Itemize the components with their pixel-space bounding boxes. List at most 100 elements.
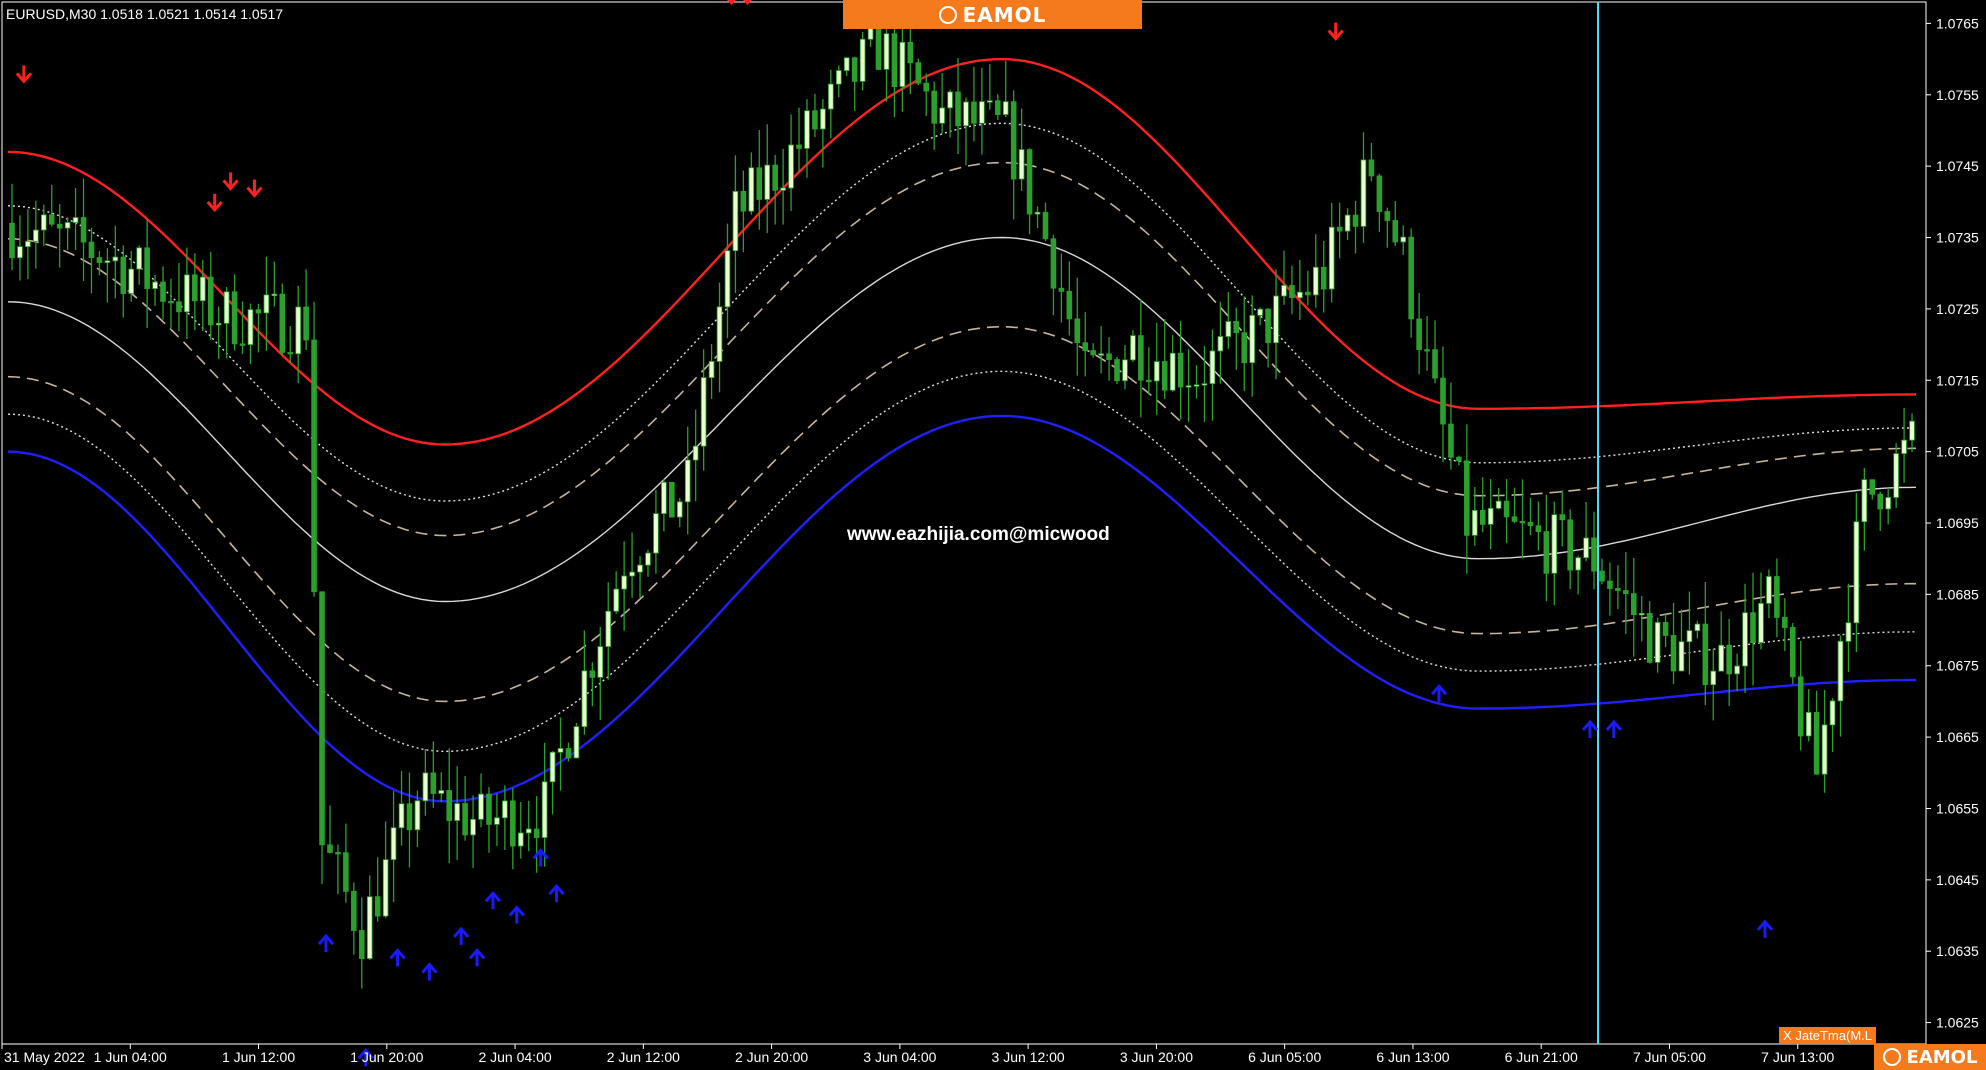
candle (1543, 494, 1550, 602)
candle-body (1527, 521, 1534, 527)
x-tick-label: 1 Jun 04:00 (94, 1049, 167, 1065)
buy-arrow-icon (389, 948, 406, 967)
chart-frame (1, 1, 1927, 1045)
candle (56, 204, 63, 268)
buy-arrow-icon (468, 948, 486, 967)
candle (215, 306, 222, 359)
candle (184, 247, 190, 339)
candle-body (1519, 520, 1526, 524)
candle (1456, 455, 1462, 466)
candle-body (239, 343, 246, 346)
candle-body (915, 62, 922, 84)
candle-body (1376, 175, 1383, 212)
candle-body (1010, 101, 1017, 180)
candle-body (255, 309, 262, 314)
buy-arrow-icon (484, 890, 502, 910)
candle-body (684, 459, 691, 503)
candle (48, 184, 55, 227)
candle-body (486, 793, 492, 825)
candle-body (987, 100, 993, 103)
candle-body (1869, 479, 1876, 495)
tma-bands (7, 2, 1917, 1044)
candle-body (1392, 220, 1399, 243)
candle (17, 215, 23, 281)
candle (1789, 623, 1796, 685)
candle-body (207, 276, 214, 326)
candle (319, 591, 325, 884)
y-tick-label: 1.0765 (1936, 15, 1979, 31)
candle-body (1853, 521, 1860, 624)
x-tick-label: 3 Jun 04:00 (863, 1049, 936, 1065)
candle (732, 155, 739, 294)
lower-dotted-band-line (7, 370, 1917, 753)
candle-body (573, 726, 580, 759)
candle-body (804, 110, 810, 149)
brand-text: EAMOL (1906, 1046, 1978, 1068)
candle-body (1312, 266, 1319, 296)
upper-band-line (7, 57, 1916, 446)
candle (398, 771, 405, 846)
candle (1312, 234, 1319, 308)
candle (621, 541, 627, 631)
candle-body (1789, 627, 1796, 678)
candle-body (1169, 352, 1176, 391)
candle (1527, 497, 1534, 536)
candle-body (1241, 332, 1248, 364)
candle-body (923, 82, 930, 92)
candle (1138, 299, 1144, 418)
candle (1829, 698, 1836, 753)
candle-body (653, 513, 659, 554)
candle-body (605, 610, 612, 647)
candle-body (1583, 537, 1589, 559)
indicator-label: X JateTma(M.L (1779, 1027, 1876, 1044)
candle (525, 800, 532, 852)
candle-body (263, 294, 270, 314)
candle-body (1837, 640, 1844, 702)
candle-body (1758, 603, 1764, 643)
symbol-info: EURUSD,M30 1.0518 1.0521 1.0514 1.0517 (6, 6, 283, 22)
candle-body (748, 167, 755, 212)
candle-body (1153, 361, 1160, 382)
candle (1853, 493, 1860, 652)
candle-body (470, 818, 476, 836)
candle (1861, 467, 1868, 551)
candle (1201, 345, 1208, 423)
candle (1567, 509, 1573, 590)
candle (120, 245, 127, 318)
candle-body (1559, 514, 1566, 521)
candle (557, 717, 564, 791)
candle-body (1305, 291, 1311, 296)
candle (104, 248, 111, 303)
candle-body (1710, 670, 1717, 686)
candle-body (1320, 266, 1327, 290)
candle (1479, 477, 1486, 533)
x-tick-label: 7 Jun 13:00 (1761, 1049, 1834, 1065)
x-tick-label: 6 Jun 21:00 (1505, 1049, 1578, 1065)
candle-body (374, 896, 381, 917)
candle (390, 790, 397, 903)
candle-body (1702, 623, 1709, 686)
candle (1718, 611, 1725, 672)
candle-body (56, 223, 63, 229)
sell-arrow-icon (246, 179, 263, 198)
candle-body (1297, 291, 1303, 299)
candle-body (1098, 353, 1104, 356)
candle (1702, 582, 1709, 706)
candle (40, 204, 47, 247)
candle (788, 114, 794, 211)
lower-band-line (7, 414, 1916, 803)
candle-body (1877, 493, 1884, 510)
candle-body (1654, 622, 1661, 663)
candle (828, 69, 834, 139)
candle (1289, 265, 1295, 315)
candle (891, 19, 898, 118)
candle (207, 251, 214, 340)
candle-body (1813, 711, 1820, 775)
price-chart[interactable]: 1.0765 1.0755 1.0745 1.0735 1.0725 1.0715 1.07… (0, 0, 1986, 1070)
candle-body (343, 852, 349, 892)
candle-body (120, 256, 127, 294)
candle (1360, 132, 1367, 244)
candle (971, 66, 977, 142)
candle-body (907, 41, 914, 64)
x-tick-label: 1 Jun 12:00 (222, 1049, 295, 1065)
